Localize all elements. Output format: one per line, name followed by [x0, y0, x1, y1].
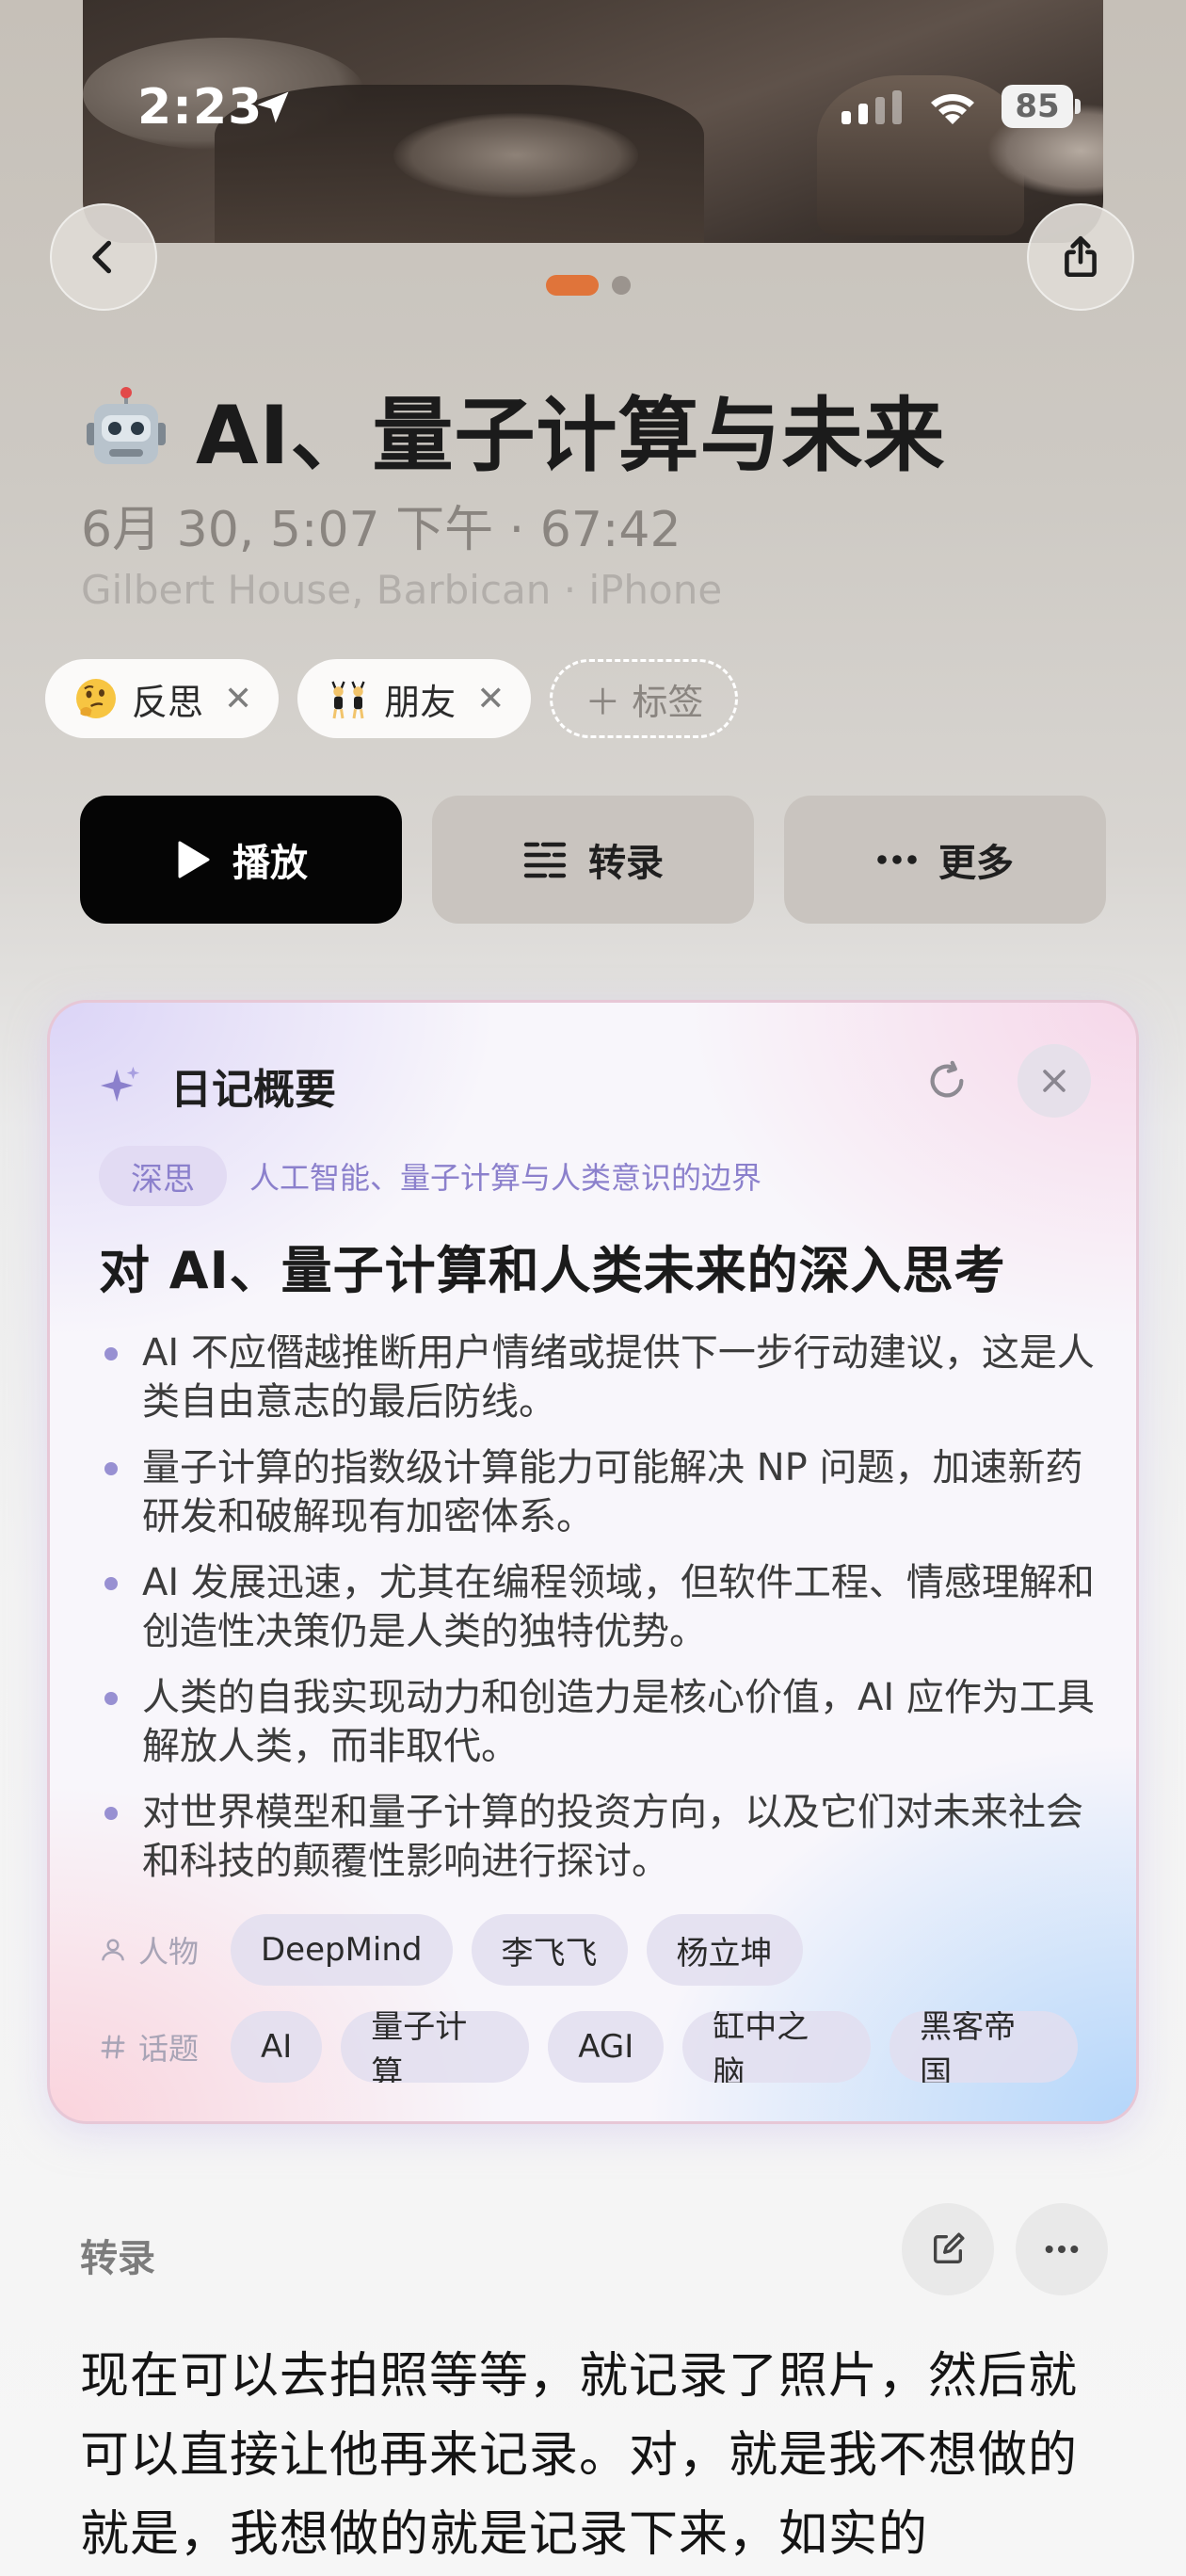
- location-arrow-icon: [257, 91, 289, 123]
- person-icon: [102, 1939, 124, 1961]
- category-detail: 人工智能、量子计算与人类意识的边界: [249, 1160, 762, 1196]
- topic-chip[interactable]: AGI: [548, 2011, 665, 2083]
- transcript-lines-icon: [523, 842, 567, 878]
- tag-remove-icon[interactable]: ✕: [224, 680, 252, 718]
- summary-category-row: 深思 人工智能、量子计算与人类意识的边界: [99, 1146, 761, 1206]
- transcribe-button[interactable]: 转录: [432, 796, 754, 924]
- chevron-left-icon: [92, 240, 112, 274]
- tag-label: 反思: [132, 681, 204, 723]
- category-badge: 深思: [99, 1146, 227, 1206]
- person-chip[interactable]: 李飞飞: [471, 1914, 628, 1986]
- add-tag-button[interactable]: ＋ 标签: [550, 659, 739, 738]
- person-chip[interactable]: DeepMind: [231, 1914, 453, 1986]
- summary-bullets: AI 不应僭越推断用户情绪或提供下一步行动建议，这是人类自由意志的最后防线。 量…: [99, 1328, 1106, 1903]
- summary-bullet: 人类的自我实现动力和创造力是核心价值，AI 应作为工具解放人类，而非取代。: [99, 1673, 1106, 1771]
- people-label: 人物: [99, 1928, 212, 1972]
- tag-list: 反思 ✕ 朋友 ✕ ＋ 标签: [45, 659, 739, 738]
- tag-chip[interactable]: 反思 ✕: [45, 659, 280, 738]
- topic-chip[interactable]: 量子计算: [341, 2011, 530, 2083]
- play-label: 播放: [232, 842, 308, 885]
- summary-card: 日记概要 深思 人工智能、量子计算与人类意识的边界 对 AI、量子计算和人类未来…: [47, 1000, 1139, 2124]
- battery-indicator: 85: [1002, 85, 1081, 128]
- add-tag-label: 标签: [632, 681, 704, 723]
- cellular-signal-icon: [841, 90, 902, 124]
- summary-bullet-text: AI 不应僭越推断用户情绪或提供下一步行动建议，这是人类自由意志的最后防线。: [142, 1331, 1095, 1424]
- summary-bullet-text: 对世界模型和量子计算的投资方向，以及它们对未来社会和科技的颠覆性影响进行探讨。: [142, 1791, 1083, 1883]
- ellipsis-icon: [877, 855, 917, 864]
- topics-row: 话题 AI 量子计算 AGI 缸中之脑 黑客帝国: [99, 2011, 1078, 2083]
- transcribe-label: 转录: [588, 842, 664, 885]
- play-button[interactable]: 播放: [80, 796, 402, 924]
- wifi-icon: [931, 94, 974, 124]
- topics-label: 话题: [99, 2025, 212, 2069]
- play-icon: [178, 841, 210, 878]
- transcript-text[interactable]: 现在可以去拍照等等，就记录了照片，然后就可以直接让他再来记录。对，就是我不想做的…: [80, 2337, 1115, 2574]
- summary-bullet-text: 量子计算的指数级计算能力可能解决 NP 问题，加速新药研发和破解现有加密体系。: [142, 1446, 1083, 1538]
- transcript-heading: 转录: [80, 2237, 155, 2280]
- pager-dot-active[interactable]: [546, 275, 599, 296]
- recording-location-device: Gilbert House, Barbican · iPhone: [81, 567, 723, 613]
- summary-bullet: 量子计算的指数级计算能力可能解决 NP 问题，加速新药研发和破解现有加密体系。: [99, 1443, 1106, 1541]
- pager-dot[interactable]: [612, 276, 631, 295]
- thinking-face-icon: [76, 679, 116, 718]
- share-icon: [1065, 235, 1097, 278]
- sparkle-icon: [100, 1066, 140, 1103]
- topics-label-text: 话题: [138, 2031, 200, 2067]
- close-icon: [1043, 1070, 1066, 1092]
- share-button[interactable]: [1027, 203, 1134, 311]
- summary-bullet: AI 不应僭越推断用户情绪或提供下一步行动建议，这是人类自由意志的最后防线。: [99, 1328, 1106, 1426]
- edit-transcript-button[interactable]: [902, 2203, 994, 2295]
- tag-remove-icon[interactable]: ✕: [476, 680, 505, 718]
- status-bar: 2:23 85: [0, 0, 1186, 217]
- close-summary-button[interactable]: [1018, 1044, 1091, 1118]
- summary-headline: 对 AI、量子计算和人类未来的深入思考: [99, 1241, 1006, 1300]
- summary-bullet: AI 发展迅速，尤其在编程领域，但软件工程、情感理解和创造性决策仍是人类的独特优…: [99, 1558, 1106, 1656]
- topic-chip[interactable]: 黑客帝国: [890, 2011, 1078, 2083]
- back-button[interactable]: [50, 203, 157, 311]
- battery-percent: 85: [1015, 88, 1060, 125]
- summary-header: 日记概要: [99, 1055, 336, 1116]
- dancing-people-icon: [331, 681, 365, 719]
- summary-bullet-text: AI 发展迅速，尤其在编程领域，但软件工程、情感理解和创造性决策仍是人类的独特优…: [142, 1561, 1095, 1653]
- summary-title: 日记概要: [170, 1066, 336, 1114]
- status-time: 2:23: [137, 79, 264, 136]
- more-label: 更多: [938, 842, 1014, 885]
- topic-chip[interactable]: AI: [231, 2011, 323, 2083]
- plus-icon: ＋: [585, 681, 621, 723]
- tag-chip[interactable]: 朋友 ✕: [297, 659, 532, 738]
- people-label-text: 人物: [138, 1934, 200, 1970]
- title-row: AI、量子计算与未来: [81, 369, 946, 487]
- person-chip[interactable]: 杨立坤: [646, 1914, 803, 1986]
- summary-bullet: 对世界模型和量子计算的投资方向，以及它们对未来社会和科技的颠覆性影响进行探讨。: [99, 1788, 1106, 1886]
- page-title: AI、量子计算与未来: [196, 389, 946, 483]
- transcript-more-button[interactable]: [1016, 2203, 1108, 2295]
- robot-face-icon: [87, 386, 166, 464]
- photo-pager[interactable]: [546, 275, 631, 296]
- topic-chip[interactable]: 缸中之脑: [682, 2011, 872, 2083]
- people-row: 人物 DeepMind 李飞飞 杨立坤: [99, 1914, 803, 1986]
- refresh-icon[interactable]: [925, 1059, 969, 1103]
- action-buttons: 播放 转录 更多: [80, 796, 1106, 924]
- summary-bullet-text: 人类的自我实现动力和创造力是核心价值，AI 应作为工具解放人类，而非取代。: [142, 1676, 1095, 1768]
- tag-label: 朋友: [384, 681, 457, 723]
- topic-chips-scroller[interactable]: AI 量子计算 AGI 缸中之脑 黑客帝国: [231, 2011, 1078, 2083]
- ellipsis-icon: [1045, 2246, 1079, 2253]
- recording-datetime-duration: 6月 30, 5:07 下午 · 67:42: [81, 502, 681, 558]
- more-button[interactable]: 更多: [784, 796, 1106, 924]
- hashtag-icon: [101, 2035, 125, 2059]
- edit-icon: [934, 2232, 965, 2263]
